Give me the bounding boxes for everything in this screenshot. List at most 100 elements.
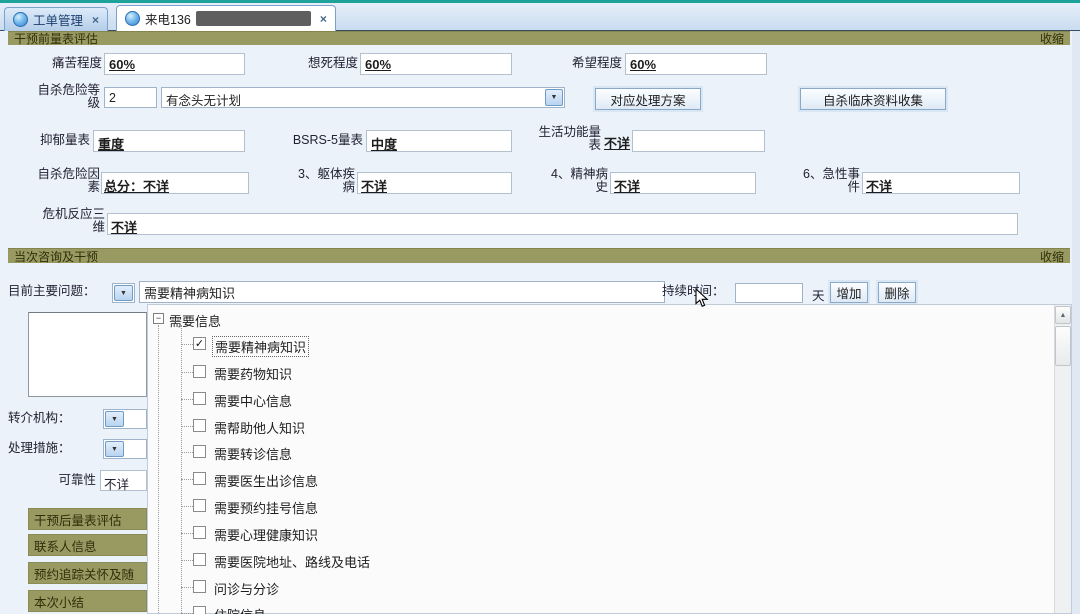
tree-connector: [181, 344, 193, 345]
add-button[interactable]: 增加: [830, 282, 868, 303]
handling-measures-combo[interactable]: ▼: [103, 439, 147, 459]
tree-root-label[interactable]: 需要信息: [169, 311, 221, 330]
delete-button[interactable]: 删除: [878, 282, 916, 303]
risk-type-combo[interactable]: 有念头无计划 ▼: [161, 87, 565, 108]
tree-connector: [181, 506, 193, 507]
app-window: 工单管理 × 来电136 × 干预前量表评估 收缩 痛苦程度 60% 想死程度 …: [0, 0, 1080, 614]
scrollbar-thumb[interactable]: [1055, 326, 1071, 366]
tree-connector: [181, 426, 193, 427]
chevron-down-icon[interactable]: ▼: [105, 441, 124, 457]
tree-item-label[interactable]: 需要转诊信息: [212, 444, 294, 463]
checkbox-icon[interactable]: [193, 365, 206, 378]
tree-connector: [181, 587, 193, 588]
life-function-scale-field[interactable]: [632, 130, 765, 152]
tree-item-label[interactable]: 需要中心信息: [212, 391, 294, 410]
tree-item-label[interactable]: 需帮助他人知识: [212, 418, 307, 437]
hope-degree-label: 希望程度: [532, 57, 622, 70]
needs-tree-panel: − 需要信息 ✓ 需要精神病知识 需要药物知识 需要中心信息 需帮助他人知识 需…: [147, 304, 1072, 614]
tree-connector: [181, 452, 193, 453]
section-title: 当次咨询及干预: [14, 248, 98, 265]
checkbox-icon[interactable]: [193, 392, 206, 405]
checkbox-icon[interactable]: [193, 472, 206, 485]
handling-measures-label: 处理措施：: [8, 442, 96, 455]
risk-factor-value: 总分：不详: [104, 176, 169, 195]
duration-input[interactable]: [735, 283, 803, 303]
tree-item-label[interactable]: 需要精神病知识: [212, 336, 309, 357]
risk-factor-label: 自杀危险因素: [30, 168, 100, 194]
referral-agency-label: 转介机构：: [8, 412, 96, 425]
tree-item-label[interactable]: 需要心理健康知识: [212, 525, 320, 544]
pain-degree-value: 60%: [109, 57, 135, 72]
acute-event-label: 6、急性事件: [797, 168, 860, 194]
physical-illness-value: 不详: [361, 176, 387, 195]
pain-degree-label: 痛苦程度: [8, 57, 102, 70]
risk-level-label: 自杀危险等级: [34, 84, 100, 110]
nav-contact-info[interactable]: 联系人信息: [28, 534, 147, 556]
close-icon[interactable]: ×: [320, 12, 327, 26]
tree-connector: [181, 372, 193, 373]
chevron-down-icon[interactable]: ▼: [114, 285, 133, 301]
tree-item-label[interactable]: 住院信息: [212, 605, 268, 614]
tree-item-label[interactable]: 需要医生出诊信息: [212, 471, 320, 490]
scroll-up-icon[interactable]: ▲: [1055, 306, 1071, 324]
main-problem-input[interactable]: [139, 281, 665, 303]
depression-scale-label: 抑郁量表: [8, 134, 90, 147]
chevron-down-icon[interactable]: ▼: [105, 411, 124, 427]
tree-item-label[interactable]: 需要预约挂号信息: [212, 498, 320, 517]
checkbox-icon[interactable]: [193, 445, 206, 458]
death-wish-label: 想死程度: [268, 57, 358, 70]
tree-scrollbar[interactable]: ▲: [1054, 305, 1071, 613]
chevron-down-icon[interactable]: ▼: [545, 89, 563, 106]
bsrs5-scale-label: BSRS-5量表: [270, 134, 363, 147]
nav-follow-up[interactable]: 预约追踪关怀及随: [28, 562, 147, 584]
duration-label: 持续时间：: [662, 285, 732, 298]
crisis-reaction-value: 不详: [111, 217, 137, 236]
tree-item-label[interactable]: 需要医院地址、路线及电话: [212, 552, 372, 571]
tab-label: 来电136: [145, 9, 191, 28]
tree-item-label[interactable]: 需要药物知识: [212, 364, 294, 383]
checkbox-icon[interactable]: [193, 580, 206, 593]
tree-item-label[interactable]: 问诊与分诊: [212, 579, 281, 598]
tree-connector: [181, 560, 193, 561]
checkbox-icon[interactable]: [193, 499, 206, 512]
clinical-data-button[interactable]: 自杀临床资料收集: [800, 88, 946, 110]
checkbox-checked-icon[interactable]: ✓: [193, 337, 206, 350]
main-problem-combo[interactable]: ▼: [112, 283, 135, 303]
checkbox-icon[interactable]: [193, 553, 206, 566]
psychiatric-history-value: 不详: [614, 176, 640, 195]
tab-work-order[interactable]: 工单管理 ×: [4, 7, 108, 31]
section-title: 干预前量表评估: [14, 30, 98, 47]
nav-session-summary[interactable]: 本次小结: [28, 590, 147, 612]
reliability-value: 不详: [104, 474, 129, 493]
crisis-reaction-label: 危机反应三维: [40, 208, 105, 234]
checkbox-icon[interactable]: [193, 419, 206, 432]
app-icon: [13, 12, 28, 27]
notes-textarea[interactable]: [28, 312, 147, 397]
tree-connector: [181, 479, 193, 480]
reliability-label: 可靠性: [40, 474, 96, 487]
hope-degree-value: 60%: [630, 57, 656, 72]
checkbox-icon[interactable]: [193, 606, 206, 614]
risk-level-input[interactable]: [104, 87, 157, 108]
page-scrollbar-strip[interactable]: [1072, 31, 1080, 614]
collapse-button[interactable]: 收缩: [1040, 248, 1064, 265]
close-icon[interactable]: ×: [92, 13, 99, 27]
tab-bar: 工单管理 × 来电136 ×: [0, 3, 1080, 31]
handling-plan-button[interactable]: 对应处理方案: [595, 88, 701, 110]
tree-collapse-icon[interactable]: −: [153, 313, 164, 324]
tab-incoming-call[interactable]: 来电136 ×: [116, 5, 336, 31]
section-bar-pre-assessment: 干预前量表评估 收缩: [8, 31, 1070, 45]
nav-post-assessment[interactable]: 干预后量表评估: [28, 508, 147, 530]
depression-scale-value: 重度: [98, 134, 124, 153]
psychiatric-history-label: 4、精神病史: [543, 168, 608, 194]
death-wish-value: 60%: [365, 57, 391, 72]
collapse-button[interactable]: 收缩: [1040, 30, 1064, 47]
crisis-reaction-field[interactable]: [107, 213, 1018, 235]
checkbox-icon[interactable]: [193, 526, 206, 539]
duration-unit: 天: [812, 285, 825, 304]
life-function-scale-value: 不详: [604, 133, 630, 152]
tree-guide-line: [158, 325, 159, 613]
app-icon: [125, 11, 140, 26]
bsrs5-scale-value: 中度: [371, 134, 397, 153]
referral-agency-combo[interactable]: ▼: [103, 409, 147, 429]
